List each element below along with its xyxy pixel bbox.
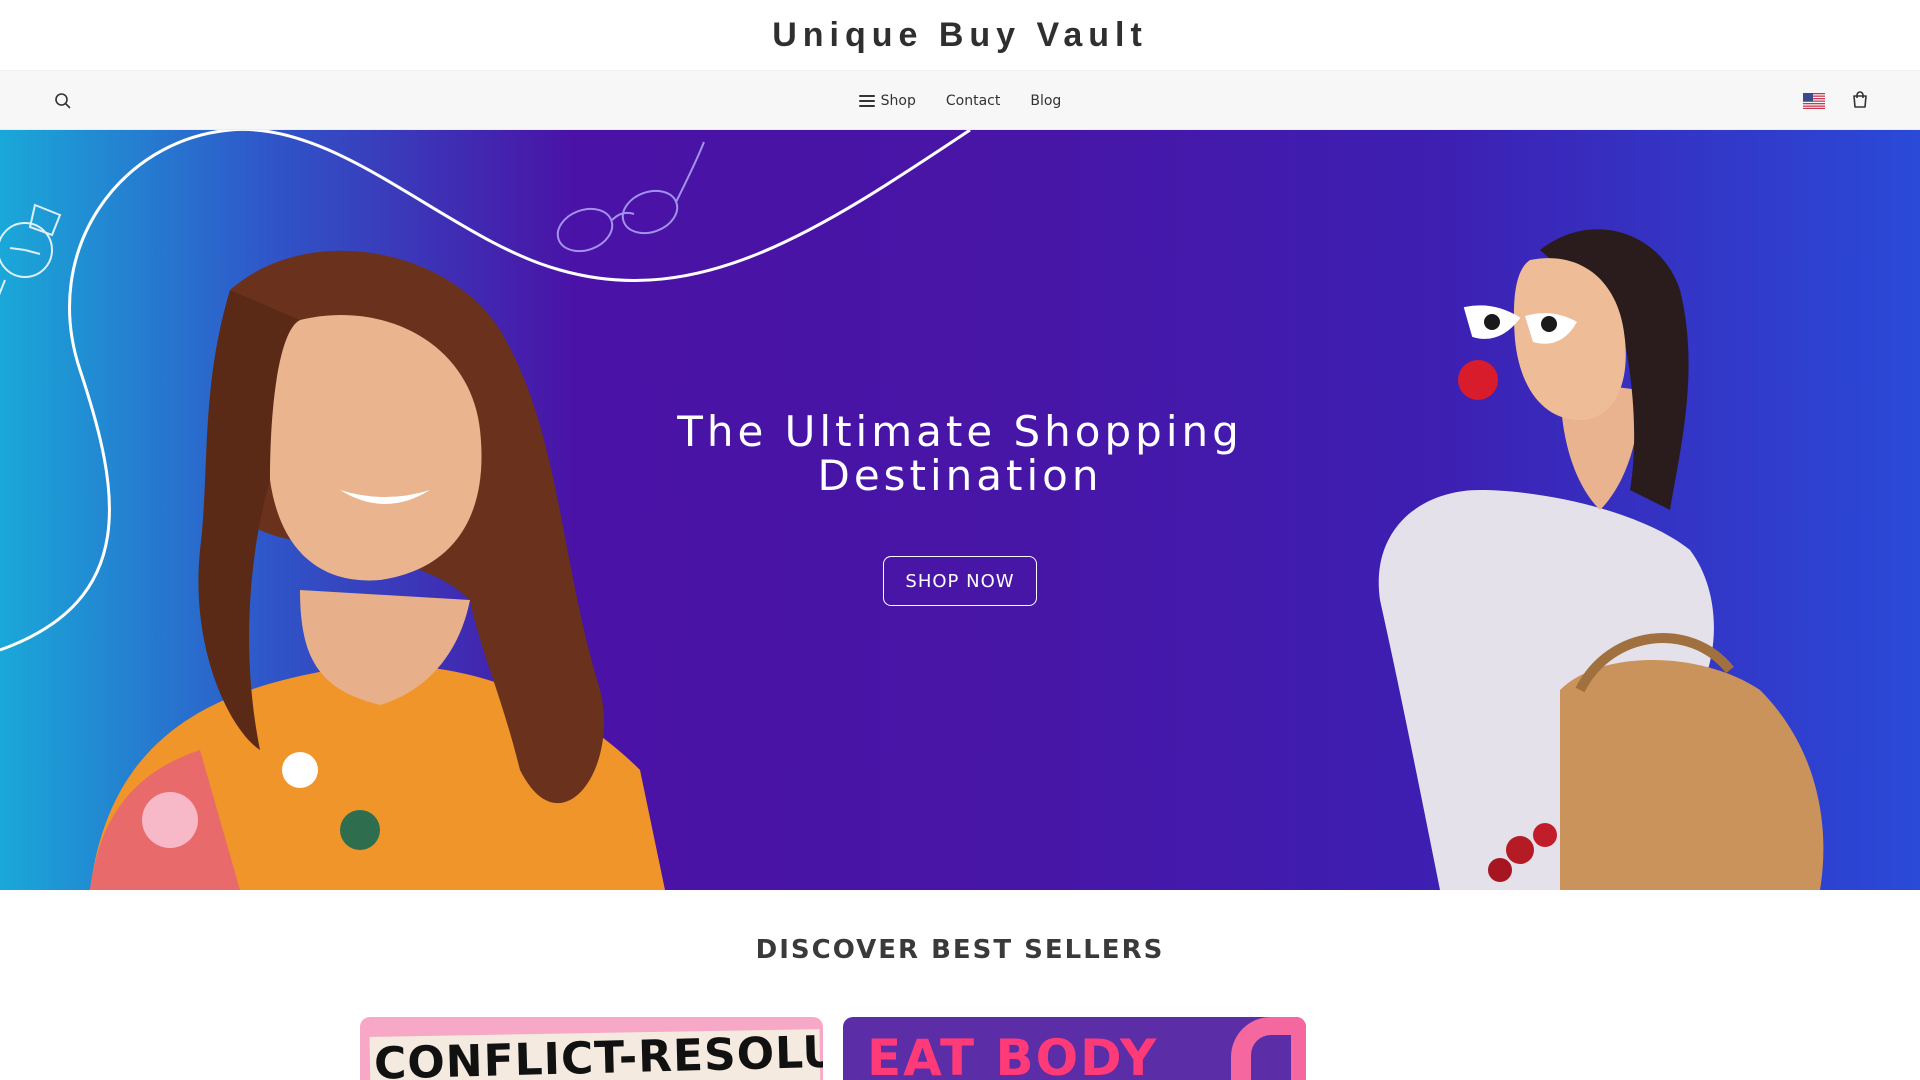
brand-bar: Unique Buy Vault bbox=[0, 0, 1920, 70]
product-image-text: EAT BODY bbox=[867, 1029, 1159, 1080]
hamburger-menu-icon bbox=[858, 95, 875, 107]
wristwatch-sketch-icon bbox=[0, 203, 62, 296]
nav-shop-label: Shop bbox=[880, 93, 916, 109]
hero-decorations bbox=[0, 130, 1824, 890]
shopping-bag-icon[interactable] bbox=[1849, 89, 1871, 111]
nav-blog-link[interactable]: Blog bbox=[1030, 93, 1061, 109]
left-model-photo bbox=[90, 250, 665, 890]
product-card[interactable]: CONFLICT-RESOLUTION bbox=[360, 1017, 823, 1080]
right-model-photo bbox=[1378, 229, 1824, 890]
hero-banner[interactable]: The Ultimate Shopping Destination SHOP N… bbox=[0, 130, 1920, 890]
nav-shop-link[interactable]: Shop bbox=[858, 93, 916, 109]
product-card[interactable]: EAT BODY bbox=[843, 1017, 1306, 1080]
main-navigation: Shop Contact Blog bbox=[0, 70, 1920, 130]
nav-blog-label: Blog bbox=[1030, 93, 1062, 109]
best-sellers-heading: DISCOVER BEST SELLERS bbox=[755, 935, 1165, 965]
store-logo-title[interactable]: Unique Buy Vault bbox=[772, 16, 1148, 55]
nav-contact-label: Contact bbox=[945, 93, 1001, 109]
product-image-text: CONFLICT-RESOLUTION bbox=[373, 1023, 823, 1080]
product-image-shape bbox=[1251, 1035, 1291, 1080]
hero-heading: The Ultimate Shopping Destination bbox=[560, 410, 1360, 498]
hero-title-line-2: Destination bbox=[817, 451, 1103, 500]
sunglasses-sketch-icon bbox=[556, 141, 705, 253]
nav-contact-link[interactable]: Contact bbox=[946, 93, 1000, 109]
nav-links: Shop Contact Blog bbox=[0, 71, 1920, 131]
hero-title-line-1: The Ultimate Shopping bbox=[677, 407, 1243, 456]
shop-now-button[interactable]: SHOP NOW bbox=[883, 556, 1037, 606]
us-flag-icon[interactable] bbox=[1803, 93, 1825, 109]
